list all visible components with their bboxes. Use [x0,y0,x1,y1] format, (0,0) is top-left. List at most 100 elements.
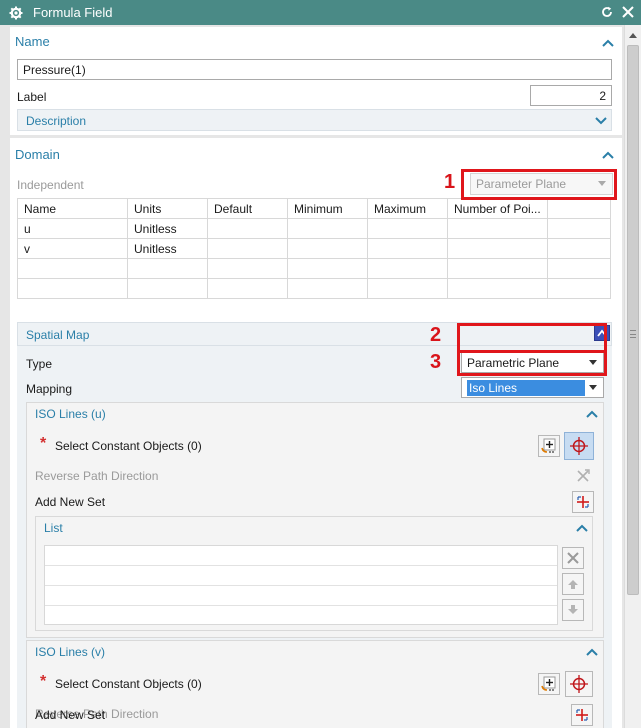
iso-v-add-object-button[interactable] [538,673,560,695]
iso-u-select-label: Select Constant Objects (0) [55,439,202,453]
col-header-minimum[interactable]: Minimum [287,198,368,219]
title-bar: Formula Field [0,0,641,25]
list-item[interactable] [45,546,557,566]
iso-u-title: ISO Lines (u) [35,407,106,421]
window-title: Formula Field [33,5,113,20]
col-header-default[interactable]: Default [207,198,288,219]
scrollbar-thumb[interactable] [627,45,639,595]
crosshair-icon [570,675,588,693]
add-set-icon [576,709,588,721]
list-item[interactable] [45,566,557,586]
domain-panel: Domain Independent Parameter Plane Name … [10,138,622,728]
iso-v-select-target-button[interactable] [565,671,593,697]
iso-lines-u-group: ISO Lines (u) * Select Constant Objects … [26,402,604,638]
col-header-maximum[interactable]: Maximum [367,198,448,219]
arrow-up-icon [568,580,578,589]
table-cell[interactable] [287,218,368,239]
iso-u-list-title: List [44,521,63,535]
name-input[interactable]: Pressure(1) [17,59,612,80]
col-header-number-of-points[interactable]: Number of Poi... [447,198,548,219]
reset-icon [602,6,612,17]
add-set-icon [577,496,589,508]
iso-u-list-group: List [35,516,593,631]
table-cell[interactable] [447,218,548,239]
annotation-box-1 [461,169,617,200]
table-row-empty [17,258,611,279]
table-cell[interactable] [207,238,288,259]
name-panel: Name Pressure(1) Label 2 Description [10,27,622,135]
iso-u-add-set-label: Add New Set [35,495,106,509]
annotation-box-3 [457,350,607,376]
gear-icon [9,6,23,19]
table-cell[interactable] [447,238,548,259]
crosshair-icon [570,437,588,455]
iso-u-select-target-button[interactable] [564,432,594,460]
table-cell [547,238,611,259]
reset-button[interactable] [599,4,615,20]
table-cell [547,218,611,239]
name-section-title: Name [15,34,50,49]
table-cell[interactable] [207,218,288,239]
table-cell[interactable]: Unitless [127,238,208,259]
label-input-value: 2 [599,88,606,103]
col-header-units[interactable]: Units [127,198,208,219]
list-item[interactable] [45,586,557,606]
domain-section-title: Domain [15,147,60,162]
description-header[interactable]: Description [17,109,612,131]
arrow-down-icon [568,605,578,614]
vertical-scrollbar[interactable] [624,25,641,728]
delete-icon [567,552,579,564]
mapping-dropdown[interactable]: Iso Lines [461,377,604,398]
dialog-content: Name Pressure(1) Label 2 Description Dom… [0,25,624,728]
annotation-box-2 [457,323,607,353]
iso-u-reverse-button[interactable] [572,465,594,487]
independent-label: Independent [17,178,84,192]
description-title: Description [26,114,87,128]
table-header-row: Name Units Default Minimum Maximum Numbe… [17,198,611,219]
iso-u-list[interactable] [44,545,558,625]
label-field-label: Label [17,90,47,104]
table-cell[interactable]: u [17,218,128,239]
iso-v-add-set-label: Add New Set [35,708,106,722]
table-cell[interactable]: v [17,238,128,259]
iso-u-reverse-label: Reverse Path Direction [35,469,159,483]
name-input-value: Pressure(1) [23,62,86,77]
mapping-value: Iso Lines [467,379,585,396]
iso-u-add-object-button[interactable] [538,435,560,457]
table-cell[interactable] [287,238,368,259]
col-header-spacer [547,198,611,219]
collapse-list-icon[interactable] [576,523,588,533]
chevron-up-icon [629,33,637,38]
iso-v-title: ISO Lines (v) [35,645,106,659]
scrollbar-grip [630,330,636,338]
collapse-domain-icon[interactable] [602,150,614,160]
reverse-direction-icon [577,469,590,482]
collapse-name-icon[interactable] [602,38,614,48]
spatial-map-title: Spatial Map [26,328,90,342]
table-row[interactable]: v Unitless [17,238,611,259]
table-cell[interactable] [367,238,448,259]
annotation-number-3: 3 [430,351,442,373]
expand-description-icon[interactable] [595,116,607,126]
add-object-icon [541,438,556,453]
list-item[interactable] [45,606,557,626]
close-icon [622,6,634,18]
collapse-iso-u-icon[interactable] [586,409,598,419]
required-asterisk: * [40,673,47,690]
table-row-empty [17,278,611,299]
table-row[interactable]: u Unitless [17,218,611,239]
iso-v-add-set-button[interactable] [571,704,593,726]
iso-v-select-label: Select Constant Objects (0) [55,677,202,691]
label-input[interactable]: 2 [530,85,612,106]
scroll-up-button[interactable] [627,29,639,41]
chevron-down-icon [589,385,597,390]
list-delete-button[interactable] [562,547,584,569]
table-cell[interactable] [367,218,448,239]
col-header-name[interactable]: Name [17,198,128,219]
iso-u-add-set-button[interactable] [572,491,594,513]
list-move-down-button[interactable] [562,599,584,621]
collapse-iso-v-icon[interactable] [586,647,598,657]
close-button[interactable] [620,4,636,20]
list-move-up-button[interactable] [562,573,584,595]
table-cell[interactable]: Unitless [127,218,208,239]
